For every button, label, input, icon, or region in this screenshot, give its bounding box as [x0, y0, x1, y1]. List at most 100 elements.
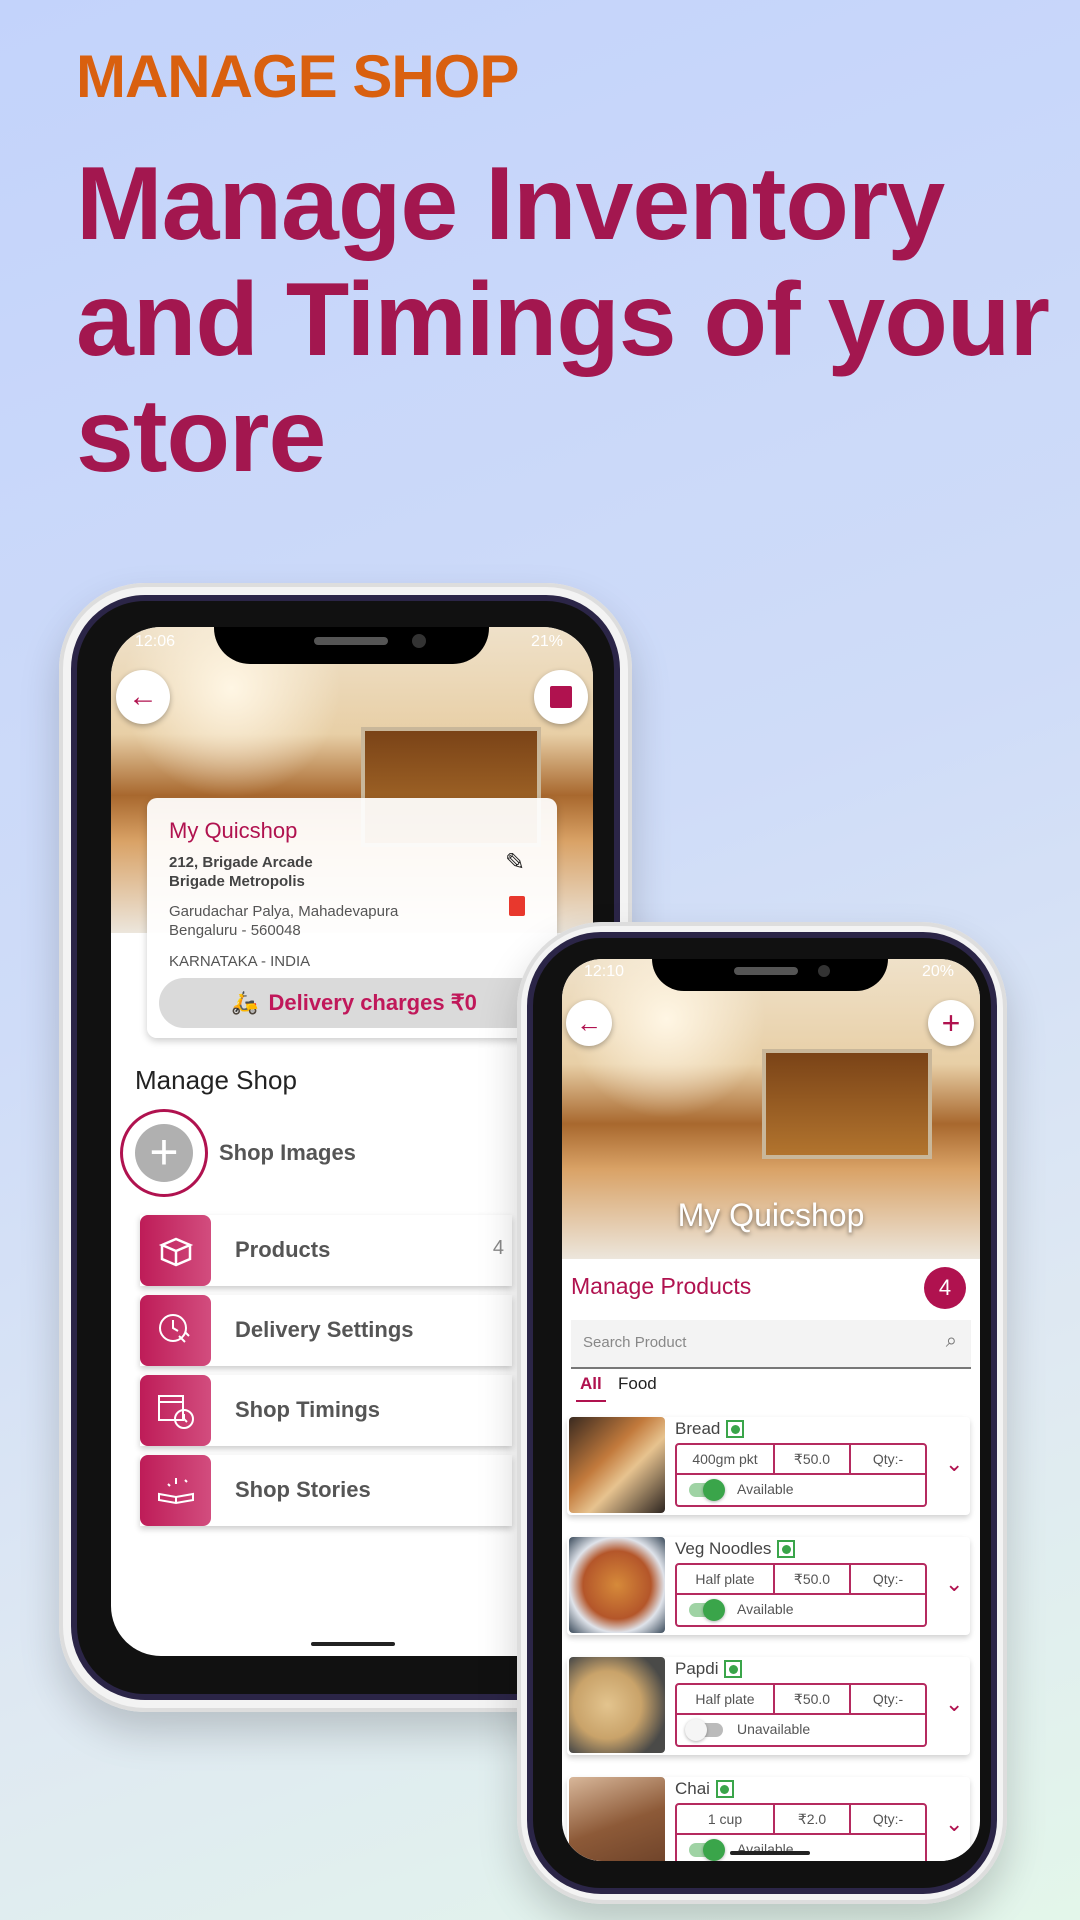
product-name-row: Veg Noodles [675, 1539, 796, 1559]
headline-line-3: store [76, 378, 326, 494]
search-icon[interactable]: ⌕ [946, 1330, 957, 1353]
delivery-charges-button[interactable]: 🛵 Delivery charges ₹0 [159, 978, 549, 1028]
tab-all[interactable]: All [576, 1374, 606, 1402]
delivery-charges-label: Delivery charges ₹0 [268, 990, 477, 1015]
status-time: 12:06 [135, 633, 176, 650]
availability-label: Available [737, 1481, 794, 1497]
product-name-row: Chai [675, 1779, 734, 1799]
shop-name: My Quicshop [169, 818, 298, 843]
arrow-left-icon: ← [576, 1007, 602, 1038]
availability-label: Unavailable [737, 1721, 811, 1737]
hero-shop-name: My Quicshop [677, 1197, 865, 1233]
manage-products-screen: My Quicshop 12:10 20% ← + Manage Product… [562, 959, 980, 1861]
product-unit: 1 cup [677, 1805, 775, 1835]
availability-toggle[interactable] [685, 1719, 723, 1741]
chevron-down-icon[interactable]: ⌄ [945, 1691, 963, 1717]
product-name-row: Bread [675, 1419, 745, 1439]
manage-products-title: Manage Products [571, 1273, 752, 1299]
product-name: Chai [675, 1779, 710, 1798]
book-sparkle-icon [140, 1455, 211, 1526]
chevron-down-icon[interactable]: ⌄ [945, 1451, 963, 1477]
headline-line-2: and Timings of your [76, 262, 1050, 378]
product-qty: Qty:- [851, 1565, 925, 1595]
edit-icon[interactable]: ✎ [505, 848, 525, 877]
address-line-1: 212, Brigade Arcade [169, 854, 313, 871]
veg-icon [724, 1660, 743, 1678]
veg-icon [777, 1540, 796, 1558]
menu-item-delivery-settings[interactable]: Delivery Settings [140, 1295, 512, 1366]
home-indicator [730, 1851, 810, 1855]
status-battery: 20% [921, 963, 954, 980]
product-variant-box: Half plate ₹50.0 Qty:- Unavailable [675, 1683, 927, 1747]
product-variant-box: Half plate ₹50.0 Qty:- Available [675, 1563, 927, 1627]
menu-label: Delivery Settings [235, 1317, 414, 1342]
menu-item-products[interactable]: Products 4 [140, 1215, 512, 1286]
box-icon [140, 1215, 211, 1286]
address-line-2: Brigade Metropolis [169, 873, 305, 890]
plus-icon: + [941, 1004, 961, 1041]
availability-toggle[interactable] [689, 1599, 725, 1621]
shop-banner-image: My Quicshop [562, 959, 980, 1259]
menu-label: Products [235, 1237, 331, 1262]
product-price: ₹2.0 [775, 1805, 851, 1835]
product-price: ₹50.0 [775, 1565, 851, 1595]
product-unit: Half plate [677, 1565, 775, 1595]
add-product-button[interactable]: + [928, 1000, 974, 1046]
product-unit: 400gm pkt [677, 1445, 775, 1475]
veg-icon [726, 1420, 745, 1438]
delete-icon[interactable] [509, 896, 525, 916]
back-button[interactable]: ← [116, 670, 170, 724]
tab-food[interactable]: Food [618, 1374, 657, 1394]
arrow-left-icon: ← [128, 680, 158, 713]
manage-shop-title: Manage Shop [135, 1065, 297, 1095]
shop-images-label: Shop Images [219, 1140, 356, 1165]
change-image-button[interactable] [534, 670, 588, 724]
products-count: 4 [492, 1237, 504, 1259]
product-image [569, 1777, 665, 1861]
back-button[interactable]: ← [566, 1000, 612, 1046]
menu-label: Shop Stories [235, 1477, 371, 1502]
home-indicator [311, 1642, 395, 1646]
product-variant-box: 400gm pkt ₹50.0 Qty:- Available [675, 1443, 927, 1507]
search-placeholder: Search Product [583, 1334, 687, 1351]
product-qty: Qty:- [851, 1685, 925, 1715]
phone-mockup-products: My Quicshop 12:10 20% ← + Manage Product… [517, 922, 1007, 1904]
add-shop-image-button[interactable]: + [120, 1109, 208, 1197]
status-battery: 21% [530, 633, 563, 650]
product-card[interactable]: Veg Noodles Half plate ₹50.0 Qty:- Avail… [567, 1537, 970, 1635]
product-qty: Qty:- [851, 1805, 925, 1835]
product-count-badge: 4 [924, 1267, 966, 1309]
veg-icon [715, 1780, 734, 1798]
availability-toggle[interactable] [689, 1839, 725, 1861]
chevron-down-icon[interactable]: ⌄ [945, 1811, 963, 1837]
menu-item-shop-timings[interactable]: Shop Timings [140, 1375, 512, 1446]
shop-info-card: My Quicshop 212, Brigade Arcade Brigade … [147, 798, 557, 1038]
product-card[interactable]: Chai 1 cup ₹2.0 Qty:- Available ⌄ [567, 1777, 970, 1861]
menu-item-shop-stories[interactable]: Shop Stories [140, 1455, 512, 1526]
region: KARNATAKA - INDIA [169, 953, 311, 970]
product-unit: Half plate [677, 1685, 775, 1715]
availability-toggle[interactable] [689, 1479, 725, 1501]
search-product-input[interactable]: Search Product ⌕ [571, 1320, 971, 1369]
address-line-4: Bengaluru - 560048 [169, 922, 301, 939]
image-icon [550, 686, 572, 708]
shop-clock-icon [140, 1375, 211, 1446]
product-name: Papdi [675, 1659, 719, 1678]
delivery-clock-icon [140, 1295, 211, 1366]
product-image [569, 1657, 665, 1753]
availability-label: Available [737, 1601, 794, 1617]
product-image [569, 1537, 665, 1633]
plus-icon: + [135, 1124, 193, 1182]
product-image [569, 1417, 665, 1513]
status-time: 12:10 [584, 963, 625, 980]
product-price: ₹50.0 [775, 1685, 851, 1715]
product-card[interactable]: Papdi Half plate ₹50.0 Qty:- Unavailable… [567, 1657, 970, 1755]
menu-label: Shop Timings [235, 1397, 381, 1422]
product-price: ₹50.0 [775, 1445, 851, 1475]
chevron-down-icon[interactable]: ⌄ [945, 1571, 963, 1597]
section-kicker: MANAGE SHOP [76, 43, 519, 110]
product-name-row: Papdi [675, 1659, 743, 1679]
product-card[interactable]: Bread 400gm pkt ₹50.0 Qty:- Available ⌄ [567, 1417, 970, 1515]
address-line-3: Garudachar Palya, Mahadevapura [169, 903, 399, 920]
product-qty: Qty:- [851, 1445, 925, 1475]
